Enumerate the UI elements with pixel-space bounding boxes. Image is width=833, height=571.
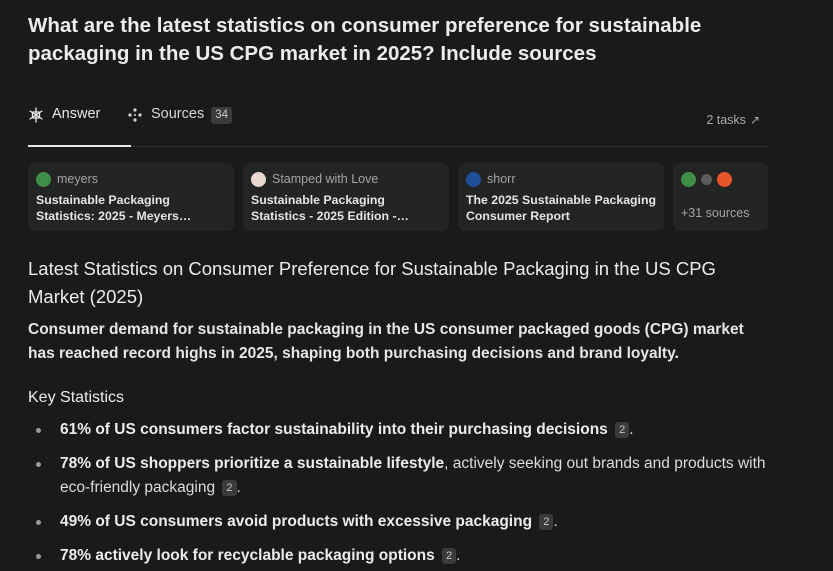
list-item: 78% of US shoppers prioritize a sustaina…: [28, 452, 768, 500]
source-title: Sustainable Packaging Statistics: 2025 -…: [36, 193, 192, 223]
tab-answer[interactable]: Answer: [28, 106, 132, 147]
answer-intro: Consumer demand for sustainable packagin…: [28, 321, 744, 362]
citation-badge[interactable]: 2: [615, 422, 630, 438]
favicon-icon: [717, 171, 732, 187]
favicon-icon: [251, 171, 266, 187]
tab-sources-label: Sources: [151, 106, 205, 122]
source-site: shorr: [466, 171, 656, 187]
list-item: 78% actively look for recyclable packagi…: [28, 544, 768, 568]
source-card[interactable]: meyers Sustainable Packaging Statistics:…: [28, 163, 234, 231]
stat-bold: 61% of US consumers factor sustainabilit…: [60, 421, 608, 438]
favicon-icon: [681, 171, 696, 187]
favicon-icon: [466, 171, 481, 187]
more-sources-favicons: [681, 171, 760, 187]
citation-badge[interactable]: 2: [222, 480, 237, 496]
source-title: Sustainable Packaging Statistics - 2025 …: [251, 193, 397, 223]
stat-end: .: [553, 513, 558, 530]
more-sources-label: +31 sources: [681, 206, 750, 220]
source-site-name: meyers: [57, 172, 98, 186]
source-site-name: Stamped with Love: [272, 172, 379, 186]
answer-page: What are the latest statistics on consum…: [0, 0, 833, 571]
source-card[interactable]: Stamped with Love Sustainable Packaging …: [243, 163, 449, 231]
source-site-name: shorr: [487, 172, 516, 186]
stat-bold: 78% actively look for recyclable packagi…: [60, 547, 435, 564]
stat-bold: 78% of US shoppers prioritize a sustaina…: [60, 455, 445, 472]
sources-icon: [128, 108, 142, 122]
key-stats-heading: Key Statistics: [28, 389, 125, 406]
stat-bold: 49% of US consumers avoid products with …: [60, 513, 533, 530]
stats-list: 61% of US consumers factor sustainabilit…: [28, 418, 768, 571]
query-title: What are the latest statistics on consum…: [28, 14, 702, 65]
sources-count-badge: 34: [211, 107, 232, 124]
source-site: Stamped with Love: [251, 171, 441, 187]
globe-icon: [701, 173, 712, 185]
citation-badge[interactable]: 2: [442, 548, 457, 564]
more-sources-card[interactable]: +31 sources: [673, 163, 768, 231]
favicon-icon: [36, 171, 51, 187]
arrow-up-right-icon: ↗: [749, 113, 760, 127]
citation-badge[interactable]: 2: [539, 514, 554, 530]
source-cards: meyers Sustainable Packaging Statistics:…: [28, 163, 768, 231]
tab-answer-label: Answer: [52, 106, 101, 122]
list-item: 49% of US consumers avoid products with …: [28, 510, 768, 534]
tasks-link[interactable]: 2 tasks ↗: [706, 113, 760, 127]
stat-end: .: [629, 421, 634, 438]
source-card[interactable]: shorr The 2025 Sustainable Packaging Con…: [458, 163, 664, 231]
result-tabs: Answer Sources 34 2 tasks ↗: [28, 106, 768, 147]
source-title: The 2025 Sustainable Packaging Consumer …: [466, 193, 656, 223]
answer-icon: [29, 107, 43, 123]
answer-heading: Latest Statistics on Consumer Preference…: [28, 258, 716, 307]
stat-end: .: [236, 479, 241, 496]
tab-sources[interactable]: Sources 34: [127, 106, 232, 146]
stat-end: .: [456, 547, 461, 564]
tasks-label: 2 tasks: [706, 113, 746, 127]
source-site: meyers: [36, 171, 226, 187]
list-item: 61% of US consumers factor sustainabilit…: [28, 418, 768, 442]
